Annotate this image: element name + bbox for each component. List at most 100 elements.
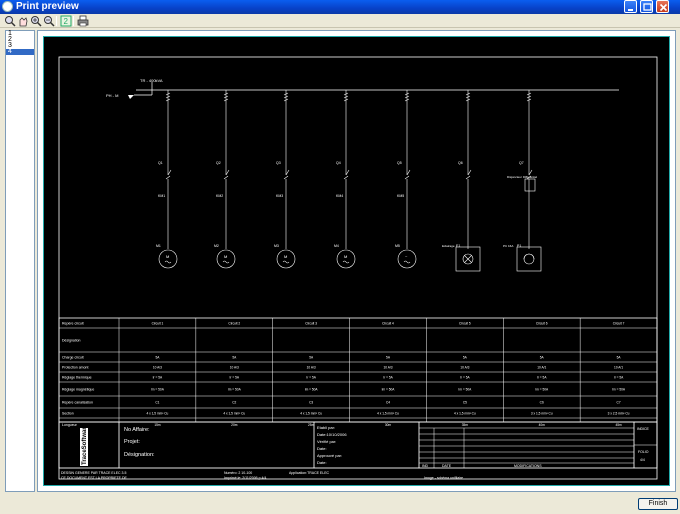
- projet-label: Projet:: [124, 439, 140, 445]
- footer-line2: CE DOCUMENT EST LA PROPRIETE DE: [61, 476, 127, 480]
- table-cell: Im = 50A: [535, 388, 549, 392]
- etabli-label: Etabli par:: [317, 425, 335, 430]
- maximize-button[interactable]: [640, 0, 653, 13]
- extra-label: Disjoncteur Differentiel: [507, 175, 537, 179]
- table-cell: 10 A/1: [537, 366, 546, 370]
- zoom-fit-icon[interactable]: [4, 15, 16, 27]
- table-cell: C6: [540, 401, 544, 405]
- table-row-label: Protection amont: [62, 366, 88, 370]
- table-row-label: Section: [62, 412, 74, 416]
- affaire-label: No Affaire:: [124, 427, 150, 433]
- preview-area[interactable]: TR - 400kVA PH - M Q1 KM1 M1 M Q2 KM2 M2 M Q3 KM3…: [37, 30, 676, 492]
- breaker-label: Q2: [216, 161, 221, 165]
- table-cell: 25m: [308, 423, 315, 427]
- zoom-in-icon[interactable]: [30, 15, 42, 27]
- table-cell: 4 x 1,5 mm² Cu: [377, 412, 399, 416]
- finish-button[interactable]: Finish: [638, 498, 678, 510]
- table-cell: 5A: [617, 356, 622, 360]
- folio-label: FOLIO: [638, 450, 649, 454]
- motor-glyph: M: [224, 254, 227, 259]
- date-col-label: DATE: [442, 464, 452, 468]
- table-row-label: Charge circuit: [62, 356, 84, 360]
- minimize-button[interactable]: [624, 0, 637, 13]
- load-id: E1: [456, 244, 460, 248]
- page-list[interactable]: 1234: [5, 30, 35, 492]
- toolbar-separator: [56, 16, 57, 26]
- circuit-M4: Q4 KM4 M4 M: [334, 90, 356, 269]
- zoom-out-icon[interactable]: [43, 15, 55, 27]
- print-icon[interactable]: [77, 15, 89, 27]
- table-cell: Im = 50A: [228, 388, 242, 392]
- title-block: TraceSoftware No Affaire: Projet: Désign…: [58, 421, 658, 480]
- table-cell: 10 A/3: [460, 366, 469, 370]
- table-cell: 5A: [386, 356, 391, 360]
- table-cell: Circuit 3: [305, 322, 317, 326]
- supply-label: TR - 400kVA: [140, 78, 163, 83]
- table-cell: Circuit 6: [536, 322, 548, 326]
- contactor-label: KM1: [158, 194, 165, 198]
- table-cell: 40m: [539, 423, 546, 427]
- load-id: M2: [214, 244, 219, 248]
- toolbar-separator: [73, 16, 74, 26]
- footer-mid1: Numéro: 2 10-100: [224, 471, 252, 475]
- pan-icon[interactable]: [17, 15, 29, 27]
- table-cell: Ir = 5A: [153, 376, 163, 380]
- table-cell: Circuit 4: [382, 322, 394, 326]
- page-setup-icon[interactable]: 2: [60, 15, 72, 27]
- verifie-label: Vérifié par:: [317, 439, 336, 444]
- svg-text:2: 2: [64, 17, 69, 26]
- table-row-label: Réglage magnétique: [62, 388, 94, 392]
- window-title: Print preview: [16, 1, 79, 12]
- circuit-M3: Q3 KM3 M3 M: [274, 90, 296, 269]
- table-cell: 5A: [232, 356, 237, 360]
- table-cell: C5: [463, 401, 467, 405]
- table-cell: Im = 50A: [151, 388, 165, 392]
- bus-label: PH - M: [106, 93, 118, 98]
- table-cell: Circuit 7: [613, 322, 625, 326]
- table-cell: 30m: [385, 423, 392, 427]
- footer-line1: DESSIN GENERE PAR TRACE ELEC 3.5: [61, 471, 126, 475]
- bottom-bar: Finish: [0, 494, 680, 514]
- motor-glyph: M: [284, 254, 287, 259]
- approuve-date: Date:: [317, 460, 327, 465]
- contactor-label: KM3: [276, 194, 283, 198]
- table-row-label: Repère canalisation: [62, 401, 93, 405]
- table-cell: 10 A/3: [230, 366, 239, 370]
- table-cell: 4 x 1,5 mm² Cu: [300, 412, 322, 416]
- contactor-label: KM4: [336, 194, 343, 198]
- table-cell: 10 A/3: [383, 366, 392, 370]
- table-cell: C3: [309, 401, 313, 405]
- table-row-label: Repère circuit: [62, 322, 84, 326]
- load-label: Eclairage: [442, 244, 455, 248]
- folio-value: 4/4: [640, 458, 645, 462]
- table-cell: 10 A/3: [307, 366, 316, 370]
- breaker-label: Q1: [158, 161, 163, 165]
- table-cell: 10 A/3: [153, 366, 162, 370]
- table-cell: Im = 50A: [458, 388, 472, 392]
- bus-arrow: [128, 95, 134, 99]
- title-bar: Print preview: [0, 0, 680, 14]
- table-cell: Im = 50A: [382, 388, 396, 392]
- table-cell: 3 x 2,5 mm² Cu: [608, 412, 630, 416]
- table-cell: Ir = 5A: [230, 376, 240, 380]
- footer-mid2: Imprimé le: 2/11/2006 p 4/4: [224, 476, 266, 480]
- load-id: M3: [274, 244, 279, 248]
- table-cell: 5A: [463, 356, 468, 360]
- page-list-item[interactable]: 4: [6, 48, 34, 55]
- breaker-label: Q4: [336, 161, 341, 165]
- table-cell: C1: [155, 401, 159, 405]
- table-cell: 4 x 1,5 mm² Cu: [147, 412, 169, 416]
- table-cell: 5A: [309, 356, 314, 360]
- verifie-date: Date:: [317, 446, 327, 451]
- table-cell: Ir = 5A: [383, 376, 393, 380]
- load-id: M5: [395, 244, 400, 248]
- table-cell: Ir = 5A: [614, 376, 624, 380]
- etabli-date: Date:10/10/2006: [317, 432, 347, 437]
- circuit-M2: Q2 KM2 M2 M: [214, 90, 236, 269]
- table-cell: C7: [617, 401, 621, 405]
- circuit-M5: Q5 KM5 M5 ~: [395, 90, 417, 269]
- table-cell: Im = 50A: [305, 388, 319, 392]
- schematic-drawing: TR - 400kVA PH - M Q1 KM1 M1 M Q2 KM2 M2 M Q3 KM3…: [58, 56, 658, 480]
- table-cell: 3 x 1,5 mm² Cu: [531, 412, 553, 416]
- close-button[interactable]: [656, 0, 669, 13]
